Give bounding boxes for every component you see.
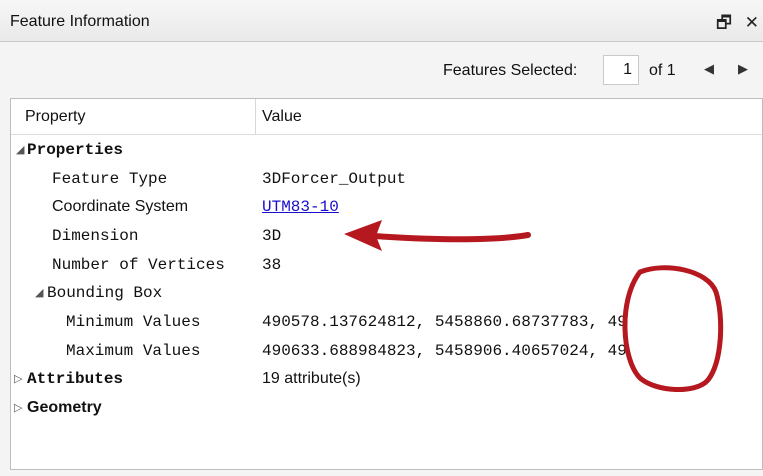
annotation-arrow: [344, 220, 531, 251]
feature-information-panel: Feature Information 🗗 ✕ Features Selecte…: [0, 0, 763, 476]
annotation-ellipse: [622, 265, 724, 393]
annotation-overlay: [344, 220, 724, 393]
